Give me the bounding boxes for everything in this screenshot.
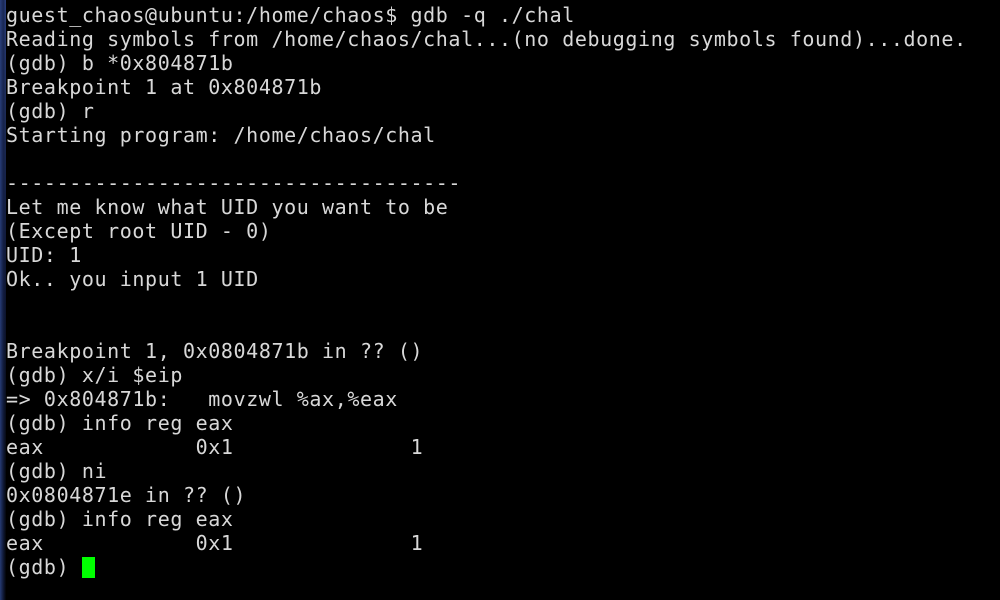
active-prompt-line[interactable]: (gdb) [6,555,1000,579]
terminal-line: (Except root UID - 0) [6,219,272,243]
terminal-line-register: eax 0x1 1 [6,531,424,555]
terminal-screen[interactable]: guest_chaos@ubuntu:/home/chaos$ gdb -q .… [6,0,1000,600]
terminal-line: UID: 1 [6,243,82,267]
block-cursor-icon [81,557,95,578]
terminal-line-separator: ------------------------------------ [6,171,462,195]
terminal-line: Ok.. you input 1 UID [6,267,259,291]
terminal-window[interactable]: guest_chaos@ubuntu:/home/chaos$ gdb -q .… [0,0,1000,600]
terminal-line: Breakpoint 1, 0x0804871b in ?? () [6,339,424,363]
terminal-line: 0x0804871e in ?? () [6,483,247,507]
terminal-line: Let me know what UID you want to be [6,195,449,219]
terminal-line: (gdb) r [6,99,95,123]
terminal-line: Reading symbols from /home/chaos/chal...… [6,27,967,51]
terminal-line: (gdb) ni [6,459,108,483]
terminal-line-register: eax 0x1 1 [6,435,424,459]
gdb-prompt-label: (gdb) [6,555,82,579]
terminal-line-disassembly: => 0x804871b: movzwl %ax,%eax [6,387,398,411]
terminal-line: (gdb) b *0x804871b [6,51,234,75]
terminal-line: guest_chaos@ubuntu:/home/chaos$ gdb -q .… [6,3,575,27]
terminal-line: (gdb) info reg eax [6,411,234,435]
terminal-line: (gdb) x/i $eip [6,363,183,387]
terminal-line: Breakpoint 1 at 0x804871b [6,75,323,99]
terminal-line: Starting program: /home/chaos/chal [6,123,436,147]
terminal-line: (gdb) info reg eax [6,507,234,531]
